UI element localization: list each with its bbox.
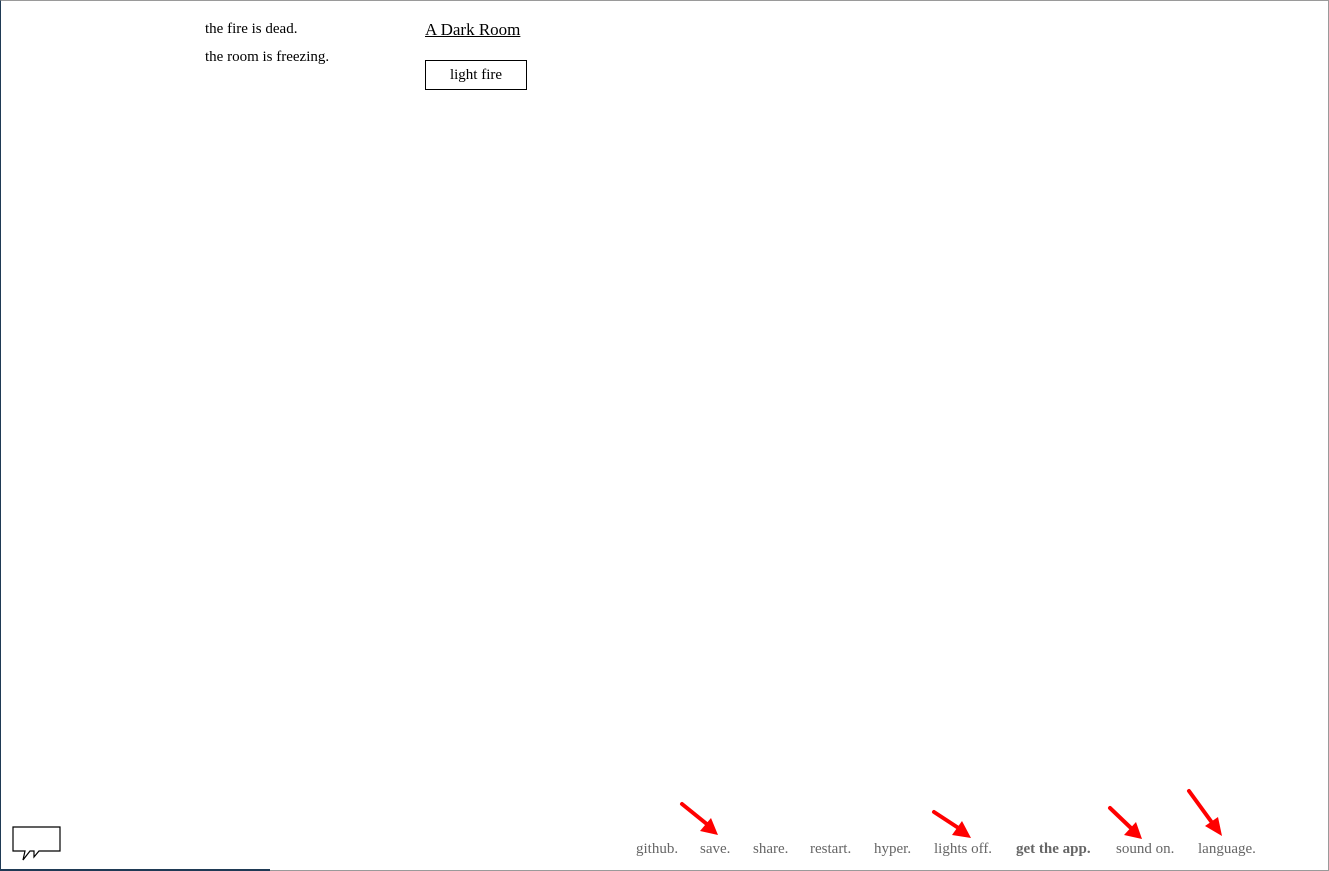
menu-get-app[interactable]: get the app. [1016,840,1091,858]
menu-hyper[interactable]: hyper. [874,840,911,858]
notifications-panel: the fire is dead. the room is freezing. [205,20,405,76]
speech-bubble-icon[interactable] [12,826,64,864]
red-arrow-icon [680,802,718,835]
menu-restart[interactable]: restart. [810,840,851,858]
menu-share[interactable]: share. [753,840,788,858]
menu-language[interactable]: language. [1198,840,1256,858]
location-header-dark-room[interactable]: A Dark Room [425,20,520,40]
notification-item: the fire is dead. [205,21,298,37]
red-arrow-icon [1187,789,1222,836]
red-arrow-icon [932,810,971,838]
window-frame [0,0,1329,871]
menu-save[interactable]: save. [700,840,730,858]
notification-item: the room is freezing. [205,49,330,65]
menu-github[interactable]: github. [636,840,678,858]
light-fire-button[interactable]: light fire [425,60,527,90]
red-arrow-icon [1108,806,1142,839]
